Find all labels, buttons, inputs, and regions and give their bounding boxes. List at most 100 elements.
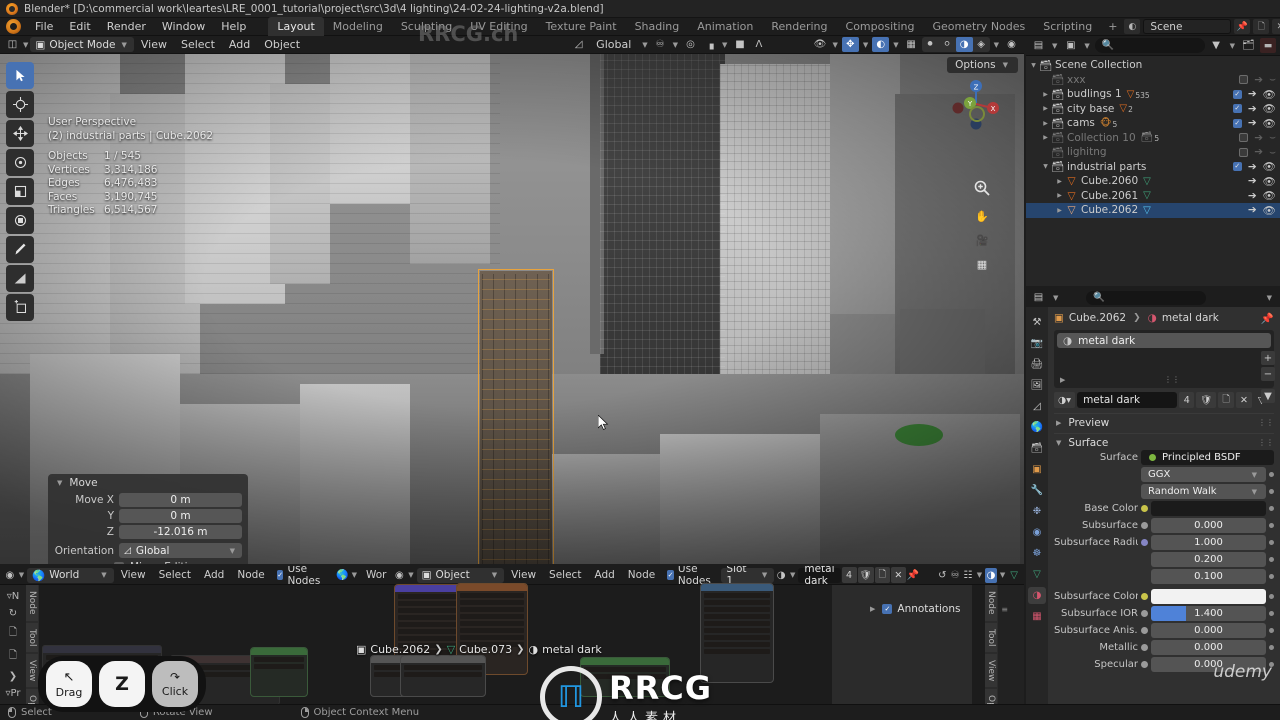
duplicate-material-icon[interactable]: 🗋 [1218,392,1234,408]
base-color-swatch[interactable] [1151,501,1266,516]
browse-material-icon-2[interactable]: ◑ [775,568,787,583]
object-mode-selector[interactable]: ▣ Object Mode ▼ [30,37,134,52]
particles-tab[interactable]: ❉ [1028,503,1046,520]
add-material-slot-button[interactable]: + [1261,351,1275,365]
base-color-socket-dot[interactable] [1141,505,1148,512]
pan-view-icon[interactable]: ✋ [970,204,994,228]
shader-material-name-field[interactable]: metal dark [798,566,841,587]
output-tab[interactable]: 🖨 [1028,356,1046,373]
shader-menu-node-right[interactable]: Node [622,567,661,583]
hide-eye-icon[interactable]: ⌣ [1269,146,1276,159]
material-name-field[interactable]: metal dark [1077,392,1178,408]
zoom-view-icon[interactable] [970,176,994,200]
properties-editor-type-icon[interactable]: ▤ [1030,290,1047,305]
selectable-cursor-icon[interactable]: ➔ [1254,146,1263,158]
mirror-editing-row[interactable]: Mirror Editing [48,559,248,564]
pin-scene-icon[interactable]: 📌 [1234,19,1251,34]
subsurface-radius-x[interactable]: 1.000 [1151,535,1266,550]
node-tab-view-right[interactable]: View [985,653,997,688]
expand-triangle-icon[interactable]: ▶ [1054,207,1065,214]
preview-section-header[interactable]: ▶ Preview ⋮⋮ [1054,413,1274,429]
shader-editor-type-icon-2[interactable]: ◉ [393,568,405,583]
exclude-checkbox[interactable] [1239,133,1249,143]
view-object-types-icon[interactable]: 👁 [811,37,828,52]
specular-socket-dot[interactable] [1141,661,1148,668]
color-node-left[interactable] [250,647,308,697]
node-snapping-icon[interactable]: ♾ [949,568,961,583]
measure-tool[interactable] [6,265,34,292]
surface-section-header[interactable]: ▼ Surface ⋮⋮ [1054,433,1274,449]
node-shading-preview-icon[interactable]: ◑ [985,567,997,583]
menu-help[interactable]: Help [213,18,254,35]
use-nodes-toggle-left[interactable]: ✓ Use Nodes [272,566,330,587]
viewport-menu-object[interactable]: Object [257,36,307,53]
sidebar-pr-icon[interactable]: ▿Pr [6,688,21,699]
world-abbrev-label[interactable]: Wor [360,567,393,583]
specular-value[interactable]: 0.000 [1151,657,1266,672]
outliner-filter-icon[interactable]: ▼ [1208,38,1225,53]
rendered-shading-icon[interactable]: ◈ [973,37,990,52]
copy-node-icon[interactable]: 🗋 [9,625,17,642]
solid-shading-icon[interactable]: ⚪ [939,37,956,52]
3d-viewport[interactable]: ◫ ▼ ▣ Object Mode ▼ View Select Add Obje… [0,36,1024,564]
xray-toggle-icon[interactable]: ▦ [903,37,920,52]
fake-user-shield-icon[interactable]: 🛡 [1196,392,1217,408]
object-tab[interactable]: ▣ [1028,461,1046,478]
orientation-dropdown[interactable]: ◿ Global ▼ [119,543,242,558]
distribution-dropdown[interactable]: GGX ▼ [1141,467,1266,482]
annotations-checkbox[interactable]: ✓ [882,604,893,614]
cursor-tool[interactable] [6,91,34,118]
subsurface-radius-y[interactable]: 0.200 [1151,552,1266,567]
selectable-cursor-icon[interactable]: ➔ [1248,117,1257,129]
toggle-perspective-icon[interactable]: ▦ [970,252,994,276]
hide-eye-icon[interactable]: 👁 [1263,189,1276,202]
subsurface-color-socket-dot[interactable] [1141,593,1148,600]
subsurface-value[interactable]: 0.000 [1151,518,1266,533]
surface-shader-value[interactable]: Principled BSDF [1141,450,1274,465]
node-breadcrumb-material[interactable]: metal dark [542,643,602,656]
exclude-checkbox[interactable]: ✓ [1232,162,1242,172]
hide-eye-icon[interactable]: ⌣ [1269,73,1276,86]
viewport-menu-select[interactable]: Select [174,36,222,53]
outliner-search-input[interactable]: 🔍 [1094,38,1205,53]
annotate-tool[interactable] [6,236,34,263]
snap-magnet-icon[interactable]: ♾ [652,37,669,52]
material-slot-list[interactable]: ◑ metal dark ▶ ⋮⋮ [1054,330,1274,388]
remove-material-slot-button[interactable]: − [1261,367,1275,381]
outliner-row-lighitng[interactable]: 🗃 lighitng ➔ ⌣ [1026,145,1280,160]
metallic-socket-dot[interactable] [1141,644,1148,651]
object-shader-type-selector[interactable]: ▣ Object ▼ [416,567,505,583]
new-collection-icon[interactable]: 🗂 [1240,38,1257,53]
material-slot-row[interactable]: ◑ metal dark [1057,333,1271,348]
subsurface-anisotropy-socket-dot[interactable] [1141,627,1148,634]
shader-editor-type-icon[interactable]: ◉ [4,568,16,583]
metallic-value[interactable]: 0.000 [1151,640,1266,655]
subsurface-radius-z[interactable]: 0.100 [1151,569,1266,584]
strength-node[interactable] [580,657,670,697]
overlays-toggle-icon[interactable]: ◐ [872,37,890,52]
pin-icon[interactable]: 📌 [1261,312,1274,325]
properties-search-input[interactable]: 🔍 [1086,290,1207,305]
remove-scene-icon[interactable]: ✕ [1272,19,1280,34]
selectable-cursor-icon[interactable]: ➔ [1248,103,1257,115]
expand-triangle-icon[interactable]: ▶ [1040,91,1051,98]
workspace-tab-compositing[interactable]: Compositing [837,17,924,36]
workspace-tab-texture-paint[interactable]: Texture Paint [537,17,626,36]
fake-user-shield-icon-2[interactable]: 🛡 [857,567,874,583]
exclude-checkbox[interactable] [1239,75,1249,85]
subsurface-anisotropy-value[interactable]: 0.000 [1151,623,1266,638]
exclude-checkbox[interactable]: ✓ [1232,118,1242,128]
transform-orientation-label[interactable]: Global [589,36,638,53]
menu-edit[interactable]: Edit [61,18,98,35]
view-layer-tab[interactable]: 🖼 [1028,377,1046,394]
workspace-tab-layout[interactable]: Layout [268,17,324,36]
new-scene-icon[interactable]: 🗋 [1253,19,1270,34]
workspace-tab-geometry-nodes[interactable]: Geometry Nodes [923,17,1034,36]
rotate-tool[interactable] [6,149,34,176]
list-grip-icon[interactable]: ⋮⋮ [1164,375,1180,384]
properties-editor[interactable]: ▤ ▼ 🔍 ▼ ⚒ 📷 🖨 🖼 ◿ 🌎 🗃 ▣ 🔧 ❉ ◉ ☸ ▽ ◑ ▦ ▣ … [1026,288,1280,720]
proportional-falloff-icon[interactable]: ▗ [701,37,718,52]
viewport-menu-view[interactable]: View [134,36,174,53]
outliner-row-scene-collection[interactable]: ▼ 🗃 Scene Collection [1026,58,1280,73]
proportional-edit-icon[interactable]: ◎ [682,37,699,52]
